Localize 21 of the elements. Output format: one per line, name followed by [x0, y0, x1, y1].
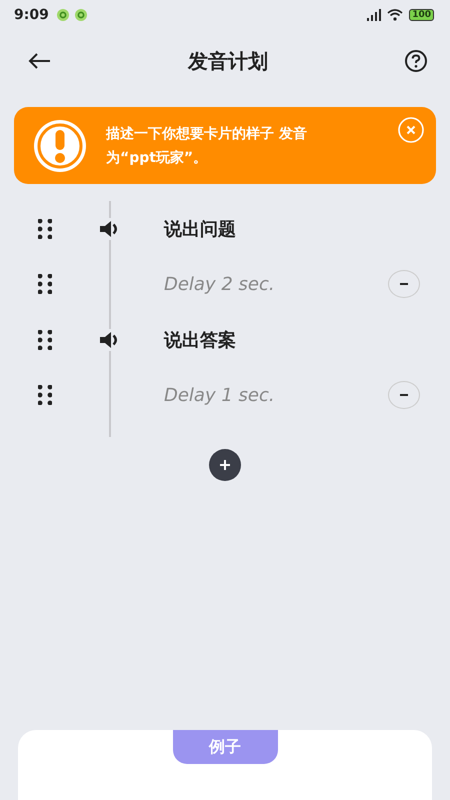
drag-handle-icon[interactable] — [38, 330, 52, 350]
step-label: 说出问题 — [164, 218, 236, 241]
delay-label: Delay 1 sec. — [164, 384, 275, 406]
drag-handle-icon[interactable] — [38, 218, 52, 239]
banner-message: 描述一下你想要卡片的样子 发音为“ppt玩家”。 — [106, 124, 308, 168]
drag-handle-icon[interactable] — [38, 274, 52, 294]
plus-icon — [220, 460, 230, 470]
drag-handle-icon[interactable] — [38, 385, 52, 406]
battery-indicator: 100 — [409, 9, 434, 21]
warning-icon — [32, 118, 88, 174]
wifi-icon — [387, 9, 404, 21]
step-label: 说出答案 — [164, 328, 236, 352]
add-button[interactable] — [209, 449, 241, 481]
signal-icon — [367, 9, 382, 21]
app-notification-icon — [74, 9, 87, 21]
status-time: 9:09 — [14, 7, 49, 23]
delay-label: Delay 2 sec. — [164, 274, 275, 295]
app-notification-icon — [56, 9, 69, 21]
help-button[interactable] — [402, 47, 430, 75]
page-title: 发音计划 — [188, 48, 268, 74]
example-tab[interactable]: 例子 — [172, 730, 278, 764]
